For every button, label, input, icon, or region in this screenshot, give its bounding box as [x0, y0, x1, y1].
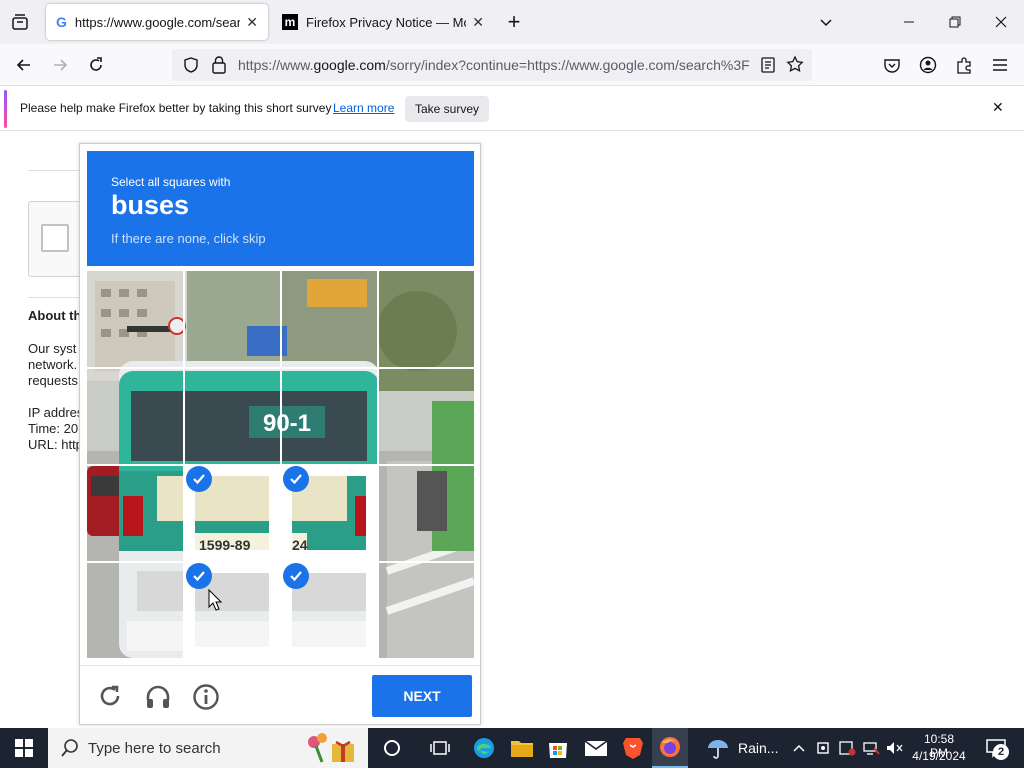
edge-icon[interactable]	[470, 734, 498, 762]
grid-tile[interactable]	[87, 368, 183, 464]
url-bar[interactable]: https://www.google.com/sorry/index?conti…	[172, 49, 812, 81]
url-path: /sorry/index?continue=https://www.google…	[385, 57, 750, 73]
audio-challenge-icon[interactable]	[144, 683, 172, 716]
tile-check-icon	[283, 563, 309, 589]
reader-view-icon[interactable]	[760, 57, 776, 78]
file-explorer-icon[interactable]	[508, 734, 536, 762]
back-icon[interactable]	[12, 53, 36, 77]
about-line: Our syst	[28, 341, 77, 356]
challenge-footer: NEXT	[80, 665, 480, 725]
meta-line: Time: 20	[28, 421, 79, 436]
challenge-header: Select all squares with buses If there a…	[87, 151, 474, 266]
microsoft-store-icon[interactable]	[544, 734, 572, 762]
lock-icon[interactable]	[210, 55, 228, 80]
network-icon[interactable]	[862, 740, 880, 761]
meet-now-icon[interactable]	[815, 740, 831, 761]
pocket-icon[interactable]	[880, 53, 904, 77]
url-prefix: https://www.	[238, 57, 314, 73]
grid-tile[interactable]	[87, 271, 183, 367]
meta-line: IP addres	[28, 405, 84, 420]
bookmark-star-icon[interactable]	[786, 55, 804, 78]
tab-bar: G https://www.google.com/search ✕ m Fire…	[0, 0, 1024, 44]
grid-tile[interactable]	[184, 368, 280, 464]
notification-count-badge: 2	[993, 744, 1009, 760]
tile-check-icon	[186, 466, 212, 492]
notification-accent-stripe	[4, 90, 7, 128]
taskbar-search-box[interactable]: Type here to search	[48, 728, 368, 768]
tab-firefox-privacy[interactable]: m Firefox Privacy Notice — Mozill ✕	[272, 4, 494, 40]
chevron-up-icon[interactable]	[792, 741, 806, 760]
forward-icon[interactable]	[48, 53, 72, 77]
extensions-icon[interactable]	[952, 53, 976, 77]
start-windows-icon[interactable]	[10, 734, 38, 762]
minimize-button[interactable]	[886, 0, 932, 44]
grid-tile[interactable]	[281, 368, 377, 464]
image-grid: 90-1 1599-89 24	[87, 271, 474, 658]
challenge-instruction: Select all squares with	[111, 175, 231, 189]
recaptcha-checkbox[interactable]	[41, 224, 69, 252]
tab-close-icon[interactable]: ✕	[246, 14, 258, 31]
firefox-icon[interactable]	[652, 728, 688, 768]
task-view-icon[interactable]	[426, 734, 454, 762]
grid-tile[interactable]	[87, 465, 183, 561]
close-window-button[interactable]	[978, 0, 1024, 44]
tab-title: Firefox Privacy Notice — Mozill	[306, 14, 466, 30]
google-g-icon: G	[56, 14, 67, 30]
survey-notification-bar: Please help make Firefox better by takin…	[0, 87, 1024, 131]
grid-tile[interactable]	[378, 368, 474, 464]
windows-taskbar: Type here to search Rain... 10:58 PM 4/1…	[0, 728, 1024, 768]
menu-hamburger-icon[interactable]	[988, 53, 1012, 77]
grid-tile[interactable]	[378, 562, 474, 658]
search-icon	[60, 738, 80, 763]
next-button[interactable]: NEXT	[372, 675, 472, 717]
take-survey-label: Take survey	[414, 102, 480, 116]
cortana-icon[interactable]	[378, 734, 406, 762]
account-icon[interactable]	[916, 53, 940, 77]
weather-text[interactable]: Rain...	[738, 740, 778, 756]
mail-icon[interactable]	[582, 734, 610, 762]
reload-challenge-icon[interactable]	[97, 683, 123, 714]
new-tab-button[interactable]: +	[502, 9, 526, 34]
list-all-tabs-icon[interactable]	[814, 10, 838, 34]
notification-message: Please help make Firefox better by takin…	[20, 101, 332, 115]
grid-tile[interactable]	[378, 271, 474, 367]
reload-icon[interactable]	[84, 53, 108, 77]
tab-google-search[interactable]: G https://www.google.com/search ✕	[46, 4, 268, 40]
about-heading: About th	[28, 308, 82, 323]
restore-button[interactable]	[932, 0, 978, 44]
grid-tile[interactable]	[87, 562, 183, 658]
tracking-protection-shield-icon[interactable]	[182, 56, 200, 79]
learn-more-link[interactable]: Learn more	[333, 101, 394, 115]
next-label: NEXT	[403, 688, 441, 704]
weather-umbrella-icon[interactable]	[704, 734, 732, 762]
grid-tile[interactable]	[184, 271, 280, 367]
tab-close-icon[interactable]: ✕	[472, 14, 484, 31]
search-highlight-bouquet-icon	[302, 732, 358, 769]
notification-close-icon[interactable]: ✕	[992, 99, 1004, 116]
challenge-target: buses	[111, 190, 190, 220]
tile-check-icon	[283, 466, 309, 492]
about-line: requests	[28, 373, 78, 388]
about-line: network.	[28, 357, 78, 372]
brave-icon[interactable]	[619, 734, 647, 762]
grid-tile[interactable]	[378, 465, 474, 561]
url-text[interactable]: https://www.google.com/sorry/index?conti…	[238, 57, 750, 73]
mouse-cursor-icon	[208, 589, 222, 611]
url-domain: google.com	[313, 57, 386, 73]
tab-overview-icon[interactable]	[8, 10, 32, 34]
recaptcha-challenge-dialog: Select all squares with buses If there a…	[79, 143, 481, 725]
volume-muted-icon[interactable]	[885, 740, 905, 761]
navigation-bar: https://www.google.com/sorry/index?conti…	[0, 44, 1024, 86]
meta-line: URL: http	[28, 437, 83, 452]
grid-tile[interactable]	[281, 271, 377, 367]
mozilla-m-icon: m	[282, 14, 298, 30]
tile-check-icon	[186, 563, 212, 589]
challenge-hint: If there are none, click skip	[111, 231, 266, 246]
take-survey-button[interactable]: Take survey	[405, 96, 489, 122]
clock-date[interactable]: 4/19/2024	[909, 749, 969, 763]
info-icon[interactable]	[192, 683, 220, 716]
security-shield-icon[interactable]	[838, 740, 856, 761]
tab-title: https://www.google.com/search	[74, 14, 241, 30]
search-placeholder: Type here to search	[88, 740, 221, 757]
